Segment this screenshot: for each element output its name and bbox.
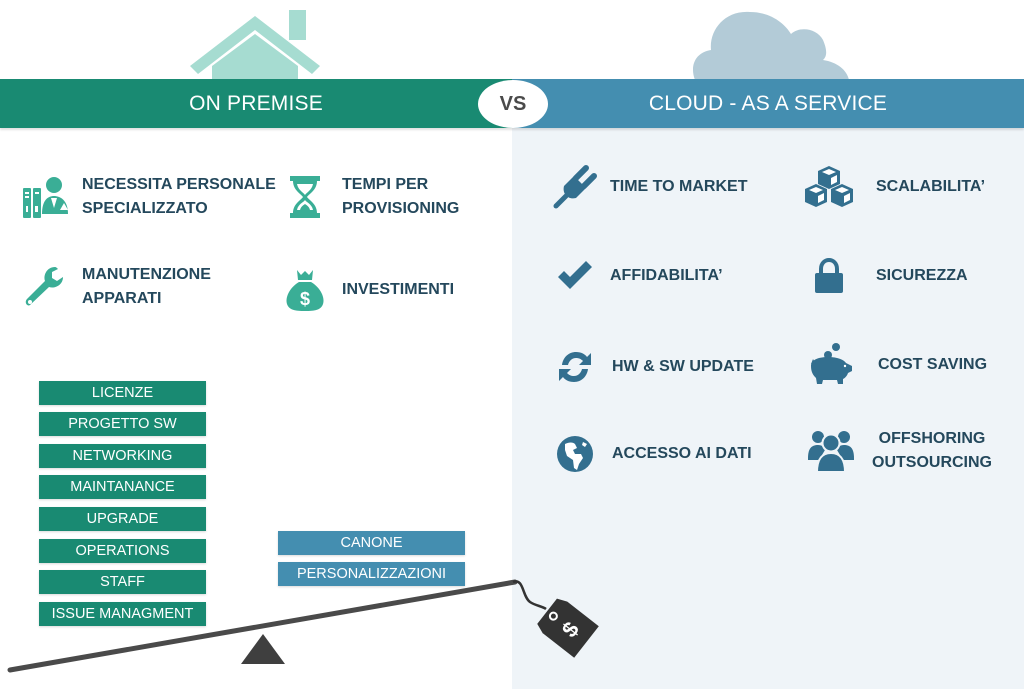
cloud-banner: CLOUD - AS A SERVICE [512, 79, 1024, 128]
feature-data-access: ACCESSO AI DATI [550, 429, 752, 479]
seesaw-fulcrum [241, 634, 285, 664]
checkmark-icon [550, 251, 600, 301]
cost-item-maintanance: MAINTANANCE [39, 475, 206, 499]
svg-text:$: $ [300, 289, 310, 309]
feature-label: TEMPI PER PROVISIONING [342, 176, 460, 217]
feature-label: AFFIDABILITA’ [610, 267, 723, 284]
hourglass-icon [282, 172, 328, 222]
feature-scalability: SCALABILITA’ [802, 162, 985, 212]
cubes-icon [802, 162, 856, 212]
cloud-title: CLOUD - AS A SERVICE [648, 91, 888, 115]
feature-label: MANUTENZIONE APPARATI [82, 266, 211, 307]
feature-label: OFFSHORING OUTSOURCING [872, 430, 992, 471]
feature-label: COST SAVING [878, 356, 988, 373]
cost-item-networking: NETWORKING [39, 444, 206, 468]
price-tag-string [512, 580, 547, 611]
feature-specialist-staff: NECESSITA PERSONALE SPECIALIZZATO [20, 172, 276, 222]
feature-cost-saving: COST SAVING [806, 340, 987, 390]
feature-label: ACCESSO AI DATI [612, 445, 752, 462]
on-premise-banner: ON PREMISE [0, 79, 512, 128]
globe-icon [550, 429, 600, 479]
feature-hw-sw-update: HW & SW UPDATE [550, 342, 754, 392]
house-icon [190, 10, 320, 80]
feature-label: INVESTIMENTI [342, 281, 455, 298]
feature-reliability: AFFIDABILITA’ [550, 251, 723, 301]
cost-item-canone: CANONE [278, 531, 465, 555]
cost-item-progetto-sw: PROGETTO SW [39, 412, 206, 436]
feature-offshoring-outsourcing: OFFSHORING OUTSOURCING [806, 426, 992, 476]
lock-icon [802, 251, 856, 301]
vs-badge: VS [478, 80, 548, 128]
cost-item-licenze: LICENZE [39, 381, 206, 405]
refresh-icon [550, 342, 600, 392]
specialist-staff-icon [20, 172, 70, 222]
cloud-icon [692, 11, 849, 80]
feature-investments: $ INVESTIMENTI [282, 265, 454, 315]
feature-provisioning-time: TEMPI PER PROVISIONING [282, 172, 459, 222]
cost-item-upgrade: UPGRADE [39, 507, 206, 531]
money-bag-icon: $ [282, 265, 328, 315]
plug-icon [550, 162, 600, 212]
feature-maintenance: MANUTENZIONE APPARATI [20, 262, 211, 312]
feature-label: HW & SW UPDATE [612, 358, 754, 375]
seesaw-scale: $ [7, 579, 599, 673]
on-premise-title: ON PREMISE [189, 91, 323, 115]
feature-label: NECESSITA PERSONALE SPECIALIZZATO [82, 176, 276, 217]
users-group-icon [806, 426, 856, 476]
feature-label: SCALABILITA’ [876, 178, 986, 195]
feature-label: TIME TO MARKET [610, 178, 748, 195]
feature-time-to-market: TIME TO MARKET [550, 162, 747, 212]
feature-security: SICUREZZA [802, 251, 968, 301]
feature-label: SICUREZZA [876, 267, 968, 284]
piggy-bank-icon [806, 340, 856, 390]
price-tag-icon: $ [537, 598, 599, 658]
wrench-icon [20, 262, 70, 312]
